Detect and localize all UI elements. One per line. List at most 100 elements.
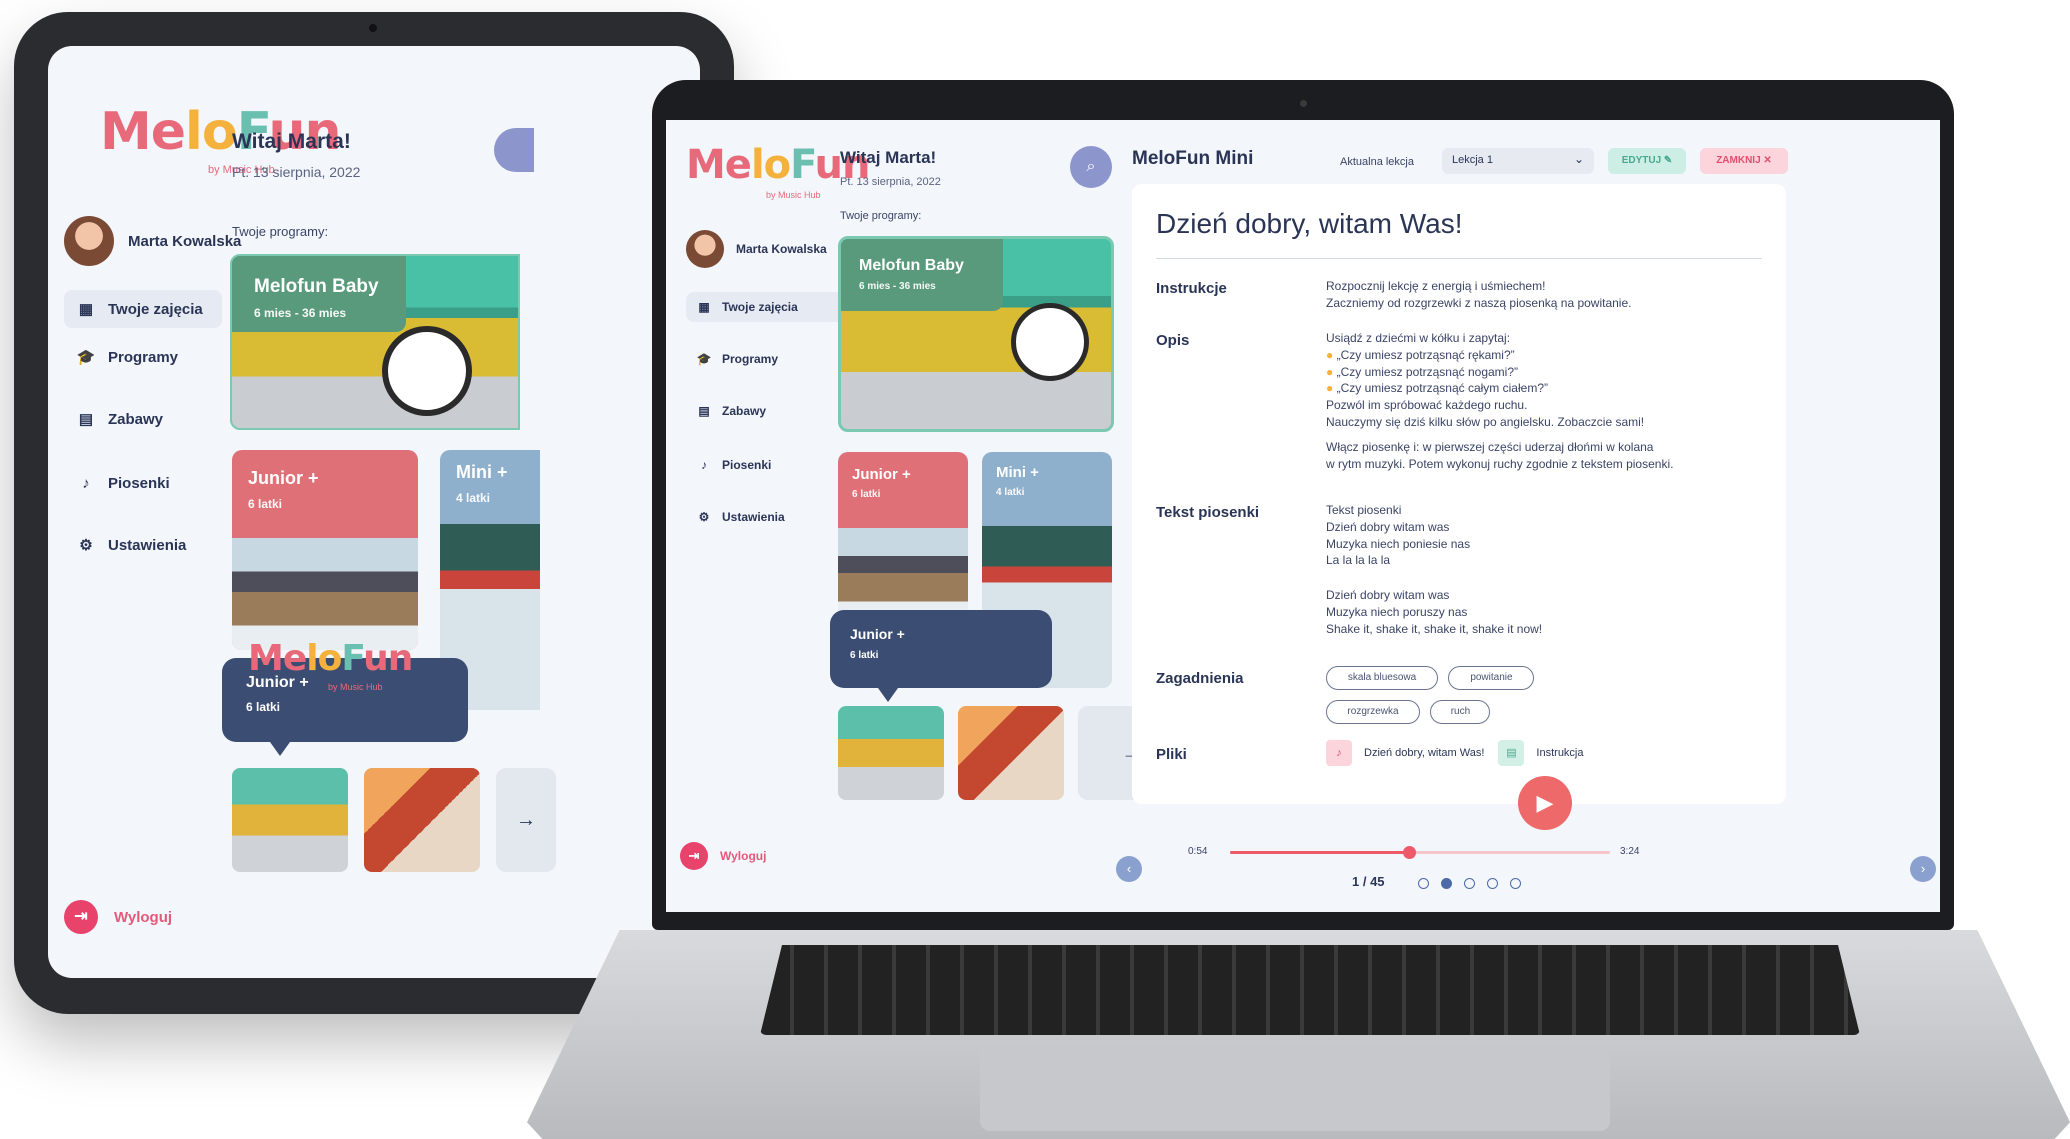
edit-button[interactable]: EDYTUJ ✎ [1608,148,1686,174]
greeting: Witaj Marta! [840,148,937,167]
user-name: Marta Kowalska [128,232,242,250]
logo-part: lo [750,142,791,188]
card-header: Mini + 4 latki [982,452,1112,498]
music-note-icon: ♪ [82,474,90,492]
edit-label: EDYTUJ [1621,155,1662,166]
card-header: Junior + 6 latki [838,452,968,500]
date-label: Pt. 13 sierpnia, 2022 [232,164,361,180]
next-lessons-button[interactable]: → [496,768,556,872]
user-profile[interactable]: Marta Kowalska [686,230,827,268]
next-slide-button[interactable]: › [1910,856,1936,882]
seek-bar[interactable] [1230,846,1610,859]
sidebar-item-zabawy[interactable]: ▤ Zabawy [686,396,766,426]
lesson-select[interactable]: Lekcja 1 ⌄ [1442,148,1594,174]
text-line: Usiądź z dziećmi w kółku i zapytaj: [1326,331,1511,345]
program-card-junior[interactable]: Junior + 6 latki [838,452,968,622]
house-illustration [232,538,418,650]
sidebar-item-piosenki[interactable]: ♪ Piosenki [686,450,771,480]
grid-icon: ▦ [698,300,710,314]
program-card-baby[interactable]: Melofun Baby 6 mies - 36 mies [838,236,1114,432]
tooltip-subtitle: 6 latki [246,700,281,714]
sidebar-item-zabawy[interactable]: ▤ Zabawy [64,400,163,438]
description-label: Opis [1156,332,1190,349]
laptop-camera [1300,100,1307,107]
arrow-right-icon: → [516,808,536,831]
sidebar-item-label: Ustawienia [722,510,785,524]
card-subtitle: 6 latki [852,489,881,500]
lyrics-label: Tekst piosenki [1156,504,1260,521]
lesson-thumbnail[interactable] [838,706,944,800]
sidebar-item-programy[interactable]: 🎓 Programy [64,338,178,376]
program-card-baby[interactable]: Melofun Baby 6 mies - 36 mies [230,254,520,430]
topic-tag[interactable]: powitanie [1448,666,1535,690]
text-line: Nauczymy się dziś kilku słów po angielsk… [1326,414,1645,429]
tablet-camera [369,24,377,32]
card-subtitle: 4 latki [996,487,1025,498]
seek-handle[interactable] [1402,846,1416,859]
sidebar-item-ustawienia[interactable]: ⚙ Ustawienia [686,502,785,532]
text-line: Włącz piosenkę i: w pierwszej części ude… [1326,439,1654,454]
pagination-dot[interactable] [1464,878,1475,889]
text-line: Pozwól im spróbować każdego ruchu. [1326,398,1528,413]
card-subtitle: 6 mies - 36 mies [254,306,347,320]
pagination-dot[interactable] [1487,878,1498,889]
logout-button[interactable]: ⇥ Wyloguj [64,900,172,934]
text-line: ● „Czy umiesz potrząsnąć nogami?” [1326,364,1673,381]
seek-bar-fill [1230,851,1409,854]
pencil-icon: ✎ [1663,155,1673,166]
lesson-thumbnail[interactable] [364,768,480,872]
gear-icon: ⚙ [79,537,93,554]
laptop-device: MeloFun by Music Hub Marta Kowalska ▦ Two… [652,80,1954,930]
pagination-dot[interactable] [1418,878,1429,889]
programs-label: Twoje programy: [840,210,922,222]
logo-part: Me [686,142,752,188]
topic-tag[interactable]: skala bluesowa [1326,666,1438,690]
files-label: Pliki [1156,746,1187,763]
lesson-thumbnail[interactable] [958,706,1064,800]
document-icon: ▤ [698,404,710,418]
house-illustration [838,528,968,622]
text-line: w rytm muzyki. Potem wykonuj ruchy zgodn… [1326,456,1674,471]
greeting: Witaj Marta! [232,130,351,153]
file-link[interactable]: Dzień dobry, witam Was! [1364,747,1484,759]
current-lesson-label: Aktualna lekcja [1340,156,1414,168]
text-line: Shake it, shake it, shake it, shake it n… [1326,621,1543,636]
prev-slide-button[interactable]: ‹ [1116,856,1142,882]
sidebar-item-twoje-zajecia[interactable]: ▦ Twoje zajęcia [686,292,858,322]
logo-part: un [363,638,413,679]
program-card-junior[interactable]: Junior + 6 latki [232,450,418,650]
program-title: MeloFun Mini [1132,148,1254,169]
search-button[interactable] [494,128,534,172]
sidebar-item-ustawienia[interactable]: ⚙ Ustawienia [64,526,186,564]
lesson-thumbnail[interactable] [232,768,348,872]
topic-tag[interactable]: rozgrzewka [1326,700,1420,724]
text-line: Rozpocznij lekcję z energią i uśmiechem! [1326,279,1546,293]
programs-label: Twoje programy: [232,224,329,239]
play-button[interactable]: ▶ [1518,776,1572,830]
logout-button[interactable]: ⇥ Wyloguj [680,842,766,870]
tooltip-subtitle: 6 latki [850,650,879,661]
sidebar-item-twoje-zajecia[interactable]: ▦ Twoje zajęcia [64,290,222,328]
pagination-dot-active[interactable] [1441,878,1452,889]
text-line: Muzyka niech poniesie nas [1326,536,1471,551]
logo-part: lo [185,102,238,162]
sidebar-item-label: Ustawienia [108,536,187,554]
sidebar-item-label: Twoje zajęcia [108,300,203,318]
user-profile[interactable]: Marta Kowalska [64,216,241,266]
lesson-panel: Dzień dobry, witam Was! Instrukcje Rozpo… [1132,184,1786,804]
graduation-cap-icon: 🎓 [76,349,96,366]
topic-tag[interactable]: ruch [1430,700,1491,724]
card-subtitle: 4 latki [456,491,491,505]
sidebar-item-piosenki[interactable]: ♪ Piosenki [64,464,169,502]
file-link[interactable]: Instrukcja [1536,747,1583,759]
card-header: Mini + 4 latki [440,450,540,505]
lyrics-text: Tekst piosenki Dzień dobry witam was Muz… [1326,502,1542,638]
logo-part: Me [100,102,186,162]
document-file-icon: ▤ [1498,740,1525,766]
gear-icon: ⚙ [698,510,710,524]
sidebar-item-programy[interactable]: 🎓 Programy [686,344,779,374]
close-button[interactable]: ZAMKNIJ ✕ [1700,148,1788,174]
pagination-dot[interactable] [1510,878,1521,889]
sidebar-item-label: Twoje zajęcia [722,300,798,314]
search-button[interactable]: ⌕ [1070,146,1112,188]
